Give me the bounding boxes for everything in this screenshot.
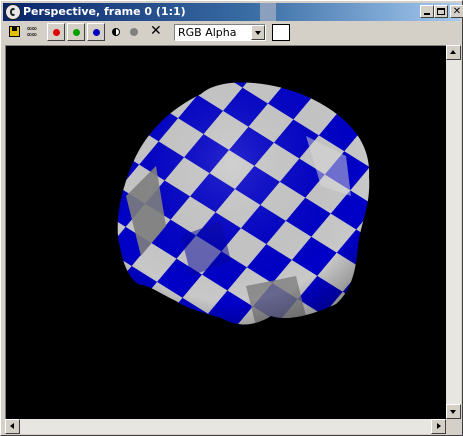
channel-select-value: RGB Alpha <box>178 26 237 39</box>
red-channel-button[interactable] <box>47 23 65 41</box>
clone-window-button[interactable]: ∞∞ ∞∞ <box>25 23 43 41</box>
alpha-gray-button[interactable] <box>125 23 143 41</box>
channel-select[interactable]: RGB Alpha <box>174 24 266 41</box>
gray-dot-icon <box>130 28 138 36</box>
horizontal-scrollbar[interactable] <box>5 419 446 434</box>
sphere-surface <box>117 82 370 325</box>
chevron-down-icon[interactable] <box>251 25 265 40</box>
monochrome-button[interactable] <box>107 23 125 41</box>
color-swatch[interactable] <box>272 24 290 41</box>
maximize-icon[interactable] <box>434 5 448 18</box>
half-circle-icon <box>112 28 120 36</box>
blue-dot-icon <box>93 29 100 36</box>
green-dot-icon <box>73 29 80 36</box>
app-icon[interactable] <box>5 4 21 20</box>
red-dot-icon <box>53 29 60 36</box>
blue-channel-button[interactable] <box>87 23 105 41</box>
toolbar: ∞∞ ∞∞ ✕ RGB Alpha <box>3 21 460 43</box>
x-icon: ✕ <box>150 23 162 39</box>
clone-icon: ∞∞ ∞∞ <box>27 24 37 39</box>
clear-button[interactable]: ✕ <box>147 23 165 41</box>
save-bitmap-button[interactable] <box>6 23 24 41</box>
green-channel-button[interactable] <box>67 23 85 41</box>
vertical-scrollbar[interactable] <box>446 45 461 419</box>
title-bar-segment <box>260 3 276 21</box>
save-icon <box>9 26 20 37</box>
scrollbar-corner <box>446 419 461 434</box>
scroll-right-icon[interactable] <box>431 419 446 434</box>
rendered-sphere <box>117 82 370 325</box>
close-icon[interactable]: ✕ <box>450 5 463 18</box>
minimize-icon[interactable] <box>420 5 434 18</box>
render-frame-window: Perspective, frame 0 (1:1) ✕ ∞∞ ∞∞ ✕ RGB… <box>0 0 463 436</box>
scroll-up-icon[interactable] <box>446 45 461 60</box>
scroll-left-icon[interactable] <box>5 419 20 434</box>
window-title: Perspective, frame 0 (1:1) <box>23 5 186 18</box>
render-viewport[interactable] <box>5 45 446 419</box>
title-bar[interactable]: Perspective, frame 0 (1:1) ✕ <box>3 3 463 21</box>
scroll-down-icon[interactable] <box>446 404 461 419</box>
